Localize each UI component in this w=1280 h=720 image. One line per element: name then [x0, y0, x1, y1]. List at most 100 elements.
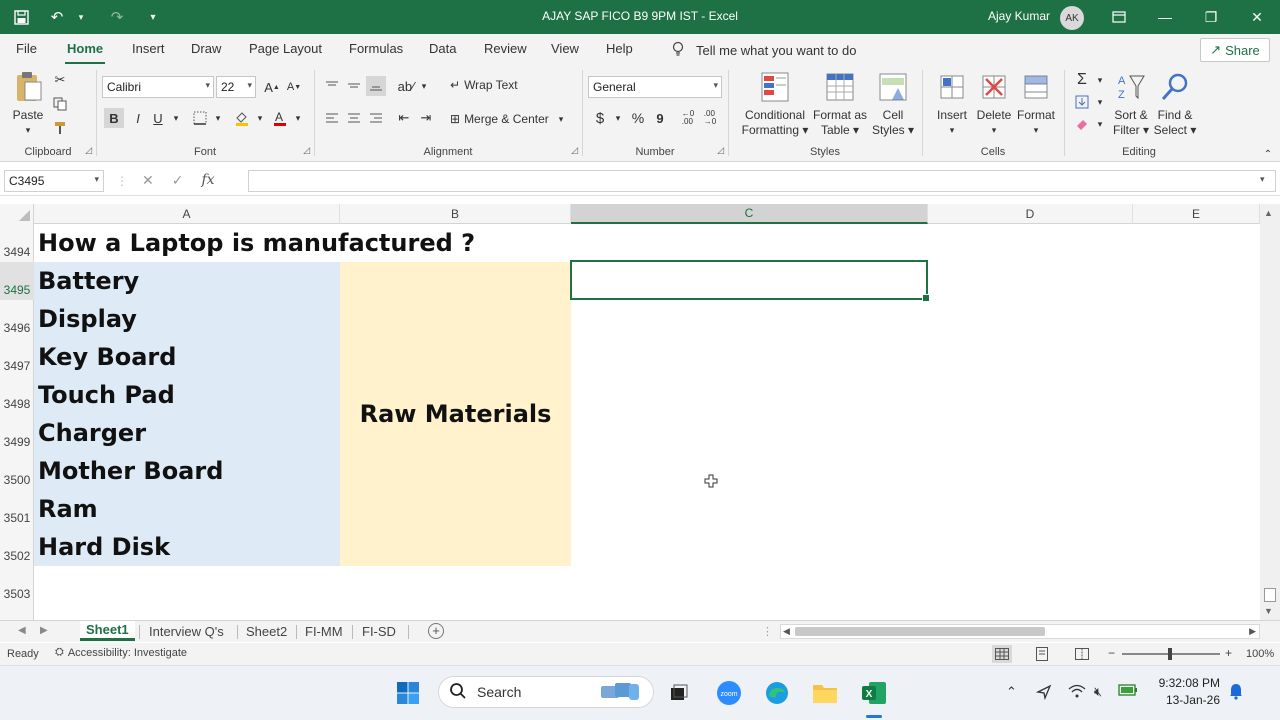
increase-decimal-icon[interactable]: ←0.00 [678, 108, 698, 128]
next-sheet-icon[interactable]: ▶ [40, 625, 48, 636]
component-cell[interactable]: Hard Disk [34, 528, 340, 566]
zoom-in-icon[interactable]: + [1225, 646, 1232, 660]
column-header-e[interactable]: E [1133, 204, 1260, 224]
ribbon-display-options-icon[interactable] [1096, 0, 1142, 34]
tab-data[interactable]: Data [429, 41, 456, 56]
font-name-dropdown[interactable]: Calibri ▾ [102, 76, 214, 98]
zoom-out-icon[interactable]: − [1108, 646, 1115, 660]
autosum-icon[interactable]: Σ [1072, 70, 1092, 90]
restore-icon[interactable]: ❐ [1188, 0, 1234, 34]
underline-dropdown-icon[interactable]: ▾ [166, 108, 186, 128]
decrease-decimal-icon[interactable]: .00 →0 [700, 108, 720, 128]
middle-align-icon[interactable] [344, 76, 364, 96]
scroll-up-icon[interactable]: ▲ [1264, 208, 1273, 218]
zoom-level[interactable]: 100% [1246, 648, 1274, 660]
tab-view[interactable]: View [551, 41, 579, 56]
component-cell[interactable]: Key Board [34, 338, 340, 376]
currency-icon[interactable]: $ [590, 108, 610, 128]
increase-indent-icon[interactable]: ⇥ [416, 108, 436, 128]
font-size-dropdown[interactable]: 22 ▾ [216, 76, 256, 98]
format-as-table-button[interactable]: Format as Table ▾ [812, 70, 868, 138]
tab-formulas[interactable]: Formulas [349, 41, 403, 56]
title-cell[interactable]: How a Laptop is manufactured ? [34, 224, 634, 262]
windows-start-icon[interactable] [393, 678, 423, 708]
name-box[interactable]: C3495 ▾ [4, 170, 104, 192]
tab-review[interactable]: Review [484, 41, 527, 56]
collapse-ribbon-icon[interactable]: ⌃ [1258, 144, 1278, 164]
number-launcher-icon[interactable]: ◿ [717, 145, 724, 156]
enter-icon[interactable]: ✓ [172, 172, 184, 189]
column-header-c[interactable]: C [571, 204, 928, 224]
component-cell[interactable]: Display [34, 300, 340, 338]
fill-color-icon[interactable] [232, 108, 252, 128]
row-header[interactable]: 3501 [0, 490, 34, 528]
tab-home[interactable]: Home [64, 41, 106, 65]
row-header[interactable]: 3499 [0, 414, 34, 452]
cut-icon[interactable]: ✂ [50, 70, 70, 90]
edge-icon[interactable] [762, 678, 792, 708]
zoom-app-icon[interactable]: zoom [714, 678, 744, 708]
location-icon[interactable] [1035, 684, 1052, 703]
page-layout-view-icon[interactable] [1032, 645, 1052, 663]
sheet-tab-interview[interactable]: Interview Q's [143, 621, 230, 641]
delete-button[interactable]: Delete ▾ [974, 70, 1014, 138]
sheet-tab-sheet1[interactable]: Sheet1 [80, 621, 135, 641]
vertical-scrollbar[interactable]: ▲ ▼ [1260, 204, 1280, 620]
currency-dropdown-icon[interactable]: ▾ [608, 108, 628, 128]
cell-grid[interactable]: Raw Materials How a Laptop is manufactur… [34, 224, 1260, 620]
scroll-left-icon[interactable]: ◀ [783, 626, 790, 637]
file-explorer-icon[interactable] [810, 678, 840, 708]
row-header[interactable]: 3497 [0, 338, 34, 376]
sort-filter-button[interactable]: AZ Sort & Filter ▾ [1110, 70, 1152, 138]
comma-style-icon[interactable]: 9 [650, 108, 670, 128]
fill-dropdown-icon[interactable]: ▾ [250, 108, 270, 128]
sheet-tab-fi-mm[interactable]: FI-MM [299, 621, 349, 641]
orientation-icon[interactable]: ab⁄ [396, 76, 416, 96]
column-header-b[interactable]: B [340, 204, 571, 224]
tab-file[interactable]: File [16, 41, 37, 56]
italic-button[interactable]: I [128, 108, 148, 128]
system-clock[interactable]: 9:32:08 PM 13-Jan-26 [1140, 675, 1220, 709]
row-header[interactable]: 3498 [0, 376, 34, 414]
excel-app-icon[interactable]: X [859, 678, 889, 708]
sheet-tab-sheet2[interactable]: Sheet2 [240, 621, 293, 641]
sheet-tab-fi-sd[interactable]: FI-SD [356, 621, 402, 641]
wifi-icon[interactable] [1068, 684, 1086, 701]
share-button[interactable]: ↗ Share [1200, 38, 1270, 62]
copy-icon[interactable] [50, 94, 70, 114]
scroll-thumb[interactable] [1264, 588, 1276, 602]
user-name[interactable]: Ajay Kumar [988, 9, 1050, 23]
scroll-right-icon[interactable]: ▶ [1249, 626, 1256, 637]
increase-font-icon[interactable]: A ▲ [262, 77, 282, 97]
orientation-dropdown-icon[interactable]: ▾ [414, 76, 434, 96]
close-icon[interactable]: ✕ [1234, 0, 1280, 34]
horizontal-scrollbar[interactable]: ◀ ▶ [780, 624, 1260, 639]
number-format-dropdown[interactable]: General ▾ [588, 76, 722, 98]
align-center-icon[interactable] [344, 108, 364, 128]
bold-button[interactable]: B [104, 108, 124, 128]
add-sheet-icon[interactable]: + [428, 623, 444, 639]
row-header[interactable]: 3502 [0, 528, 34, 566]
tab-insert[interactable]: Insert [132, 41, 165, 56]
decrease-indent-icon[interactable]: ⇤ [394, 108, 414, 128]
column-header-d[interactable]: D [928, 204, 1133, 224]
underline-button[interactable]: U [148, 108, 168, 128]
cell-styles-button[interactable]: Cell Styles ▾ [870, 70, 916, 138]
format-button[interactable]: Format ▾ [1014, 70, 1058, 138]
borders-dropdown-icon[interactable]: ▾ [208, 108, 228, 128]
alignment-launcher-icon[interactable]: ◿ [571, 145, 578, 156]
fill-icon[interactable] [1072, 92, 1092, 112]
clear-icon[interactable] [1072, 114, 1092, 134]
merged-cell-b3495[interactable]: Raw Materials [340, 262, 571, 566]
scroll-down-icon[interactable]: ▼ [1264, 606, 1273, 616]
select-all-corner[interactable] [0, 204, 34, 224]
minimize-icon[interactable]: — [1142, 0, 1188, 34]
row-header[interactable]: 3494 [0, 224, 34, 262]
find-select-button[interactable]: Find & Select ▾ [1152, 70, 1198, 138]
top-align-icon[interactable] [322, 76, 342, 96]
borders-icon[interactable] [190, 108, 210, 128]
battery-icon[interactable] [1118, 684, 1138, 699]
tab-draw[interactable]: Draw [191, 41, 221, 56]
paste-button[interactable]: Paste ▾ [10, 70, 46, 138]
active-cell-c3495[interactable] [570, 260, 930, 302]
